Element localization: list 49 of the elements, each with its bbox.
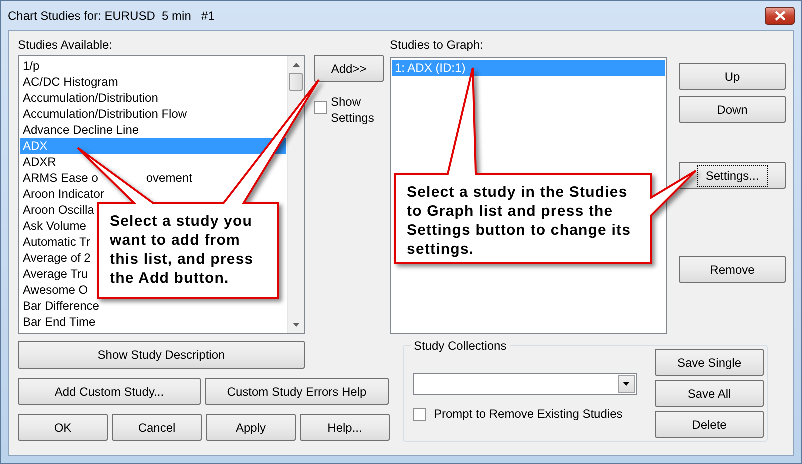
footer-button[interactable]: Apply: [206, 414, 296, 441]
side-button[interactable]: Down: [679, 96, 786, 123]
description-button[interactable]: Show Study Description: [18, 341, 305, 369]
list-item[interactable]: Accumulation/Distribution Flow: [20, 106, 188, 122]
scroll-down-icon: [292, 322, 300, 326]
side-button[interactable]: Remove: [679, 256, 786, 283]
list-item[interactable]: AC/DC Histogram: [20, 74, 118, 90]
close-button[interactable]: [765, 6, 795, 24]
list-item[interactable]: 1/p: [20, 58, 40, 74]
collection-dropdown[interactable]: [413, 373, 637, 395]
checkbox[interactable]: [314, 101, 327, 114]
add-button[interactable]: Add>>: [314, 55, 384, 82]
list-item[interactable]: Average Tru: [20, 266, 88, 282]
collection-button[interactable]: Save All: [655, 380, 764, 407]
list-item[interactable]: Bar Difference: [20, 298, 100, 314]
footer-button[interactable]: Add Custom Study...: [18, 378, 201, 405]
dropdown-caret-icon: [623, 382, 630, 386]
footer-button[interactable]: Cancel: [112, 414, 202, 441]
list-item-text[interactable]: ovement: [146, 170, 192, 186]
close-icon: [774, 10, 786, 20]
footer-button[interactable]: OK: [18, 414, 108, 441]
list-item[interactable]: Accumulation/Distribution: [20, 90, 158, 106]
callout-text: Select a study in the Studies to Graph list and press the Settings button to change its settings.: [407, 183, 632, 259]
collection-button[interactable]: Delete: [655, 411, 764, 438]
list-item[interactable]: Bar End Time: [20, 314, 96, 330]
list-item[interactable]: ADXR: [20, 154, 56, 170]
side-button[interactable]: Up: [679, 63, 786, 90]
checkbox[interactable]: [413, 408, 426, 420]
list-item[interactable]: Awesome O: [20, 282, 88, 298]
callout-text: Select a study you want to add from this list, and press the Add button.: [110, 212, 255, 288]
footer-button[interactable]: Help...: [300, 414, 390, 441]
list-label: Studies to Graph:: [390, 38, 484, 54]
list-item[interactable]: Aroon Oscilla: [20, 202, 94, 218]
footer-button[interactable]: Custom Study Errors Help: [205, 378, 389, 405]
checkbox-label: Show Settings: [331, 94, 376, 126]
scrollbar[interactable]: [287, 56, 304, 333]
window-title: Chart Studies for: EURUSD 5 min #1: [8, 8, 215, 24]
list-item[interactable]: Aroon Indicator: [20, 186, 104, 202]
list-item[interactable]: Average of 2: [20, 250, 91, 266]
list-label: Studies Available:: [18, 38, 114, 54]
side-button[interactable]: Settings...: [679, 162, 786, 189]
list-item[interactable]: Automatic Tr: [20, 234, 90, 250]
checkbox-label: Prompt to Remove Existing Studies: [434, 406, 623, 423]
list-item[interactable]: Advance Decline Line: [20, 122, 140, 138]
list-item[interactable]: Ask Volume: [20, 218, 86, 234]
scroll-thumb[interactable]: [289, 73, 303, 91]
collection-button[interactable]: Save Single: [655, 349, 764, 376]
scroll-up-icon: [292, 62, 300, 66]
list-item-text[interactable]: ARMS Ease o: [23, 170, 98, 186]
